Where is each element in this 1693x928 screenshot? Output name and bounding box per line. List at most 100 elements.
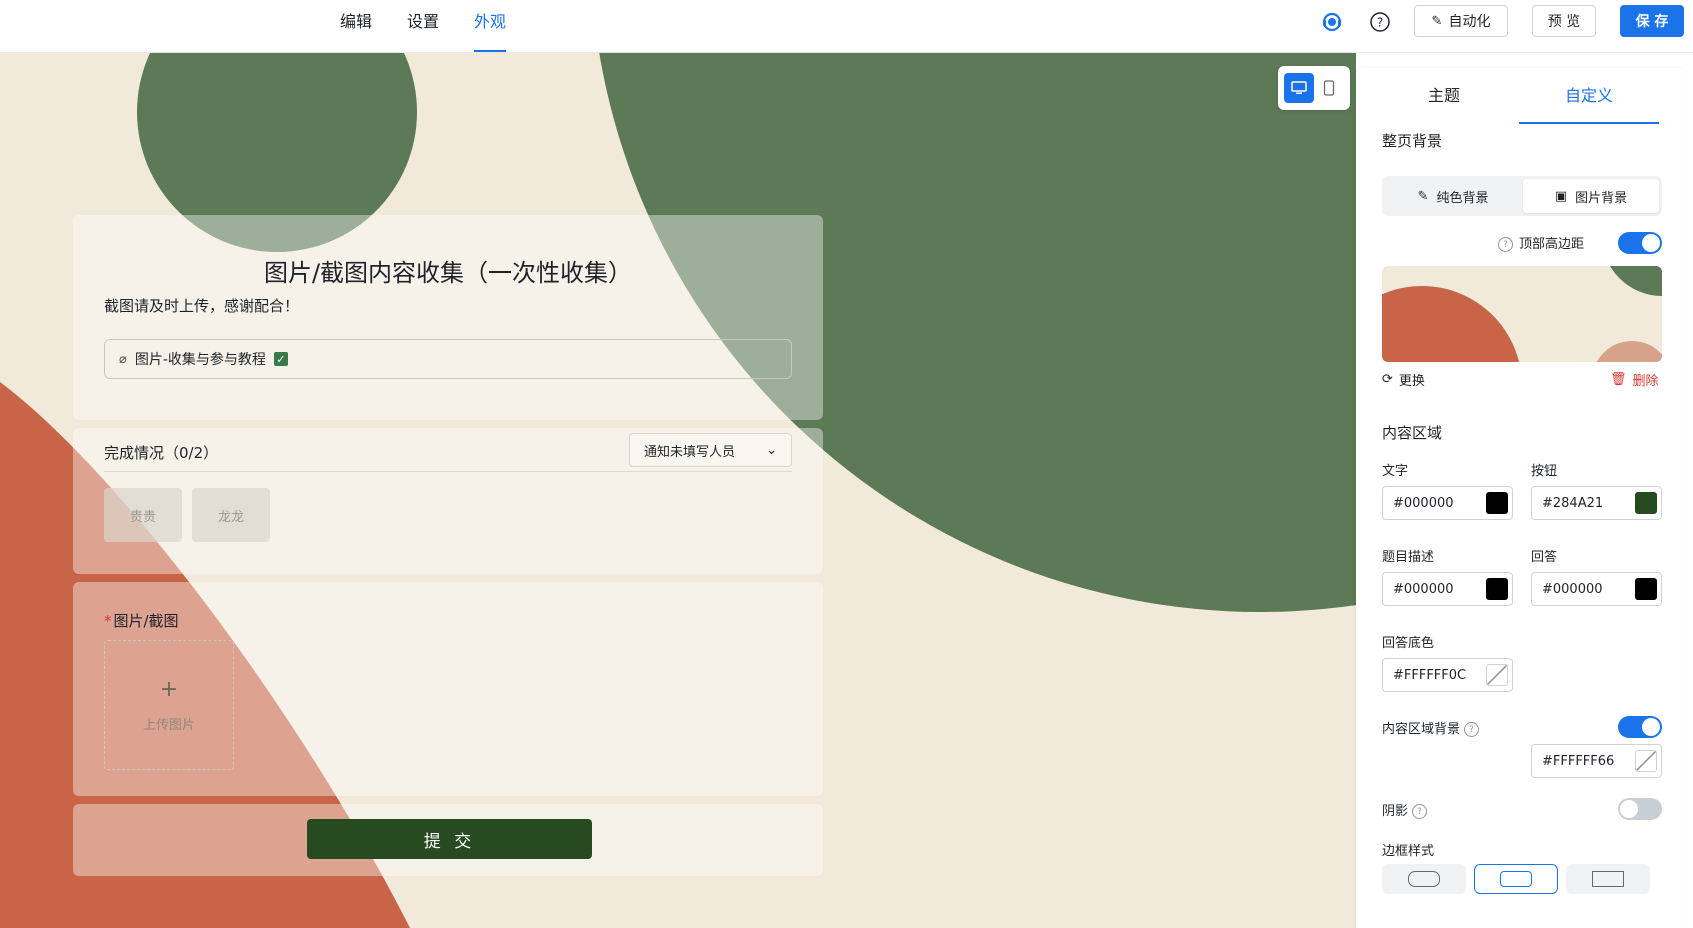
phone-icon <box>1323 80 1335 96</box>
refresh-icon: ⟳ <box>1382 372 1393 387</box>
tab-theme[interactable]: 主题 <box>1374 68 1514 124</box>
help-icon[interactable]: ? <box>1412 804 1428 819</box>
completion-status-card: 完成情况（0/2） 通知未填写人员 ⌄ 贵贵 龙龙 <box>73 428 823 574</box>
top-margin-label: ? 顶部高边距 <box>1498 233 1584 252</box>
brush-icon: ✎ <box>1417 188 1429 204</box>
page-bg-title: 整页背景 <box>1382 132 1443 150</box>
solid-bg-button[interactable]: ✎ 纯色背景 <box>1385 179 1521 213</box>
color-swatch[interactable] <box>1635 492 1657 514</box>
help-icon[interactable]: ? <box>1366 8 1394 36</box>
mobile-view-button[interactable] <box>1314 73 1344 103</box>
person-chip[interactable]: 贵贵 <box>104 488 182 542</box>
divider <box>104 471 792 472</box>
image-question-card: * 图片/截图 + 上传图片 <box>73 582 823 796</box>
color-swatch[interactable] <box>1635 578 1657 600</box>
replace-image-button[interactable]: ⟳ 更换 <box>1382 370 1425 389</box>
color-swatch[interactable] <box>1486 578 1508 600</box>
image-bg-button[interactable]: ▣ 图片背景 <box>1523 179 1659 213</box>
answer-bg-label: 回答底色 <box>1382 636 1435 651</box>
small-rounded-rect-icon <box>1500 871 1532 887</box>
preview-canvas: 图片/截图内容收集（一次性收集） 截图请及时上传，感谢配合！ ⌀ 图片-收集与参… <box>0 52 1356 928</box>
paperclip-icon: ⌀ <box>119 351 127 367</box>
solid-bg-label: 纯色背景 <box>1436 190 1489 206</box>
desc-color-input[interactable]: #000000 <box>1382 572 1513 606</box>
color-swatch[interactable] <box>1486 664 1508 686</box>
color-swatch[interactable] <box>1486 492 1508 514</box>
question-title-text: 图片/截图 <box>113 612 179 630</box>
submit-card: 提 交 <box>73 804 823 876</box>
replace-label: 更换 <box>1398 374 1425 389</box>
automation-label: 自动化 <box>1448 14 1491 30</box>
device-toggle <box>1278 66 1350 110</box>
shadow-toggle[interactable] <box>1618 798 1662 820</box>
customize-panel: 主题 自定义 整页背景 ✎ 纯色背景 ▣ 图片背景 ? 顶部高边距 ⟳ 更换 🗑 … <box>1356 68 1686 928</box>
shadow-text: 阴影 <box>1382 804 1409 819</box>
content-bg-value: #FFFFFF66 <box>1542 753 1615 769</box>
submit-button[interactable]: 提 交 <box>307 819 592 859</box>
tab-edit[interactable]: 编辑 <box>340 0 372 52</box>
tab-appearance[interactable]: 外观 <box>474 0 507 52</box>
plus-icon: + <box>159 677 179 702</box>
monitor-icon <box>1291 81 1307 94</box>
form-description: 截图请及时上传，感谢配合！ <box>104 297 300 315</box>
upload-label: 上传图片 <box>142 718 195 733</box>
button-color-value: #284A21 <box>1542 495 1604 511</box>
chevron-down-icon: ⌄ <box>766 442 777 458</box>
form-title: 图片/截图内容收集（一次性收集） <box>263 259 633 287</box>
top-bar: 编辑 设置 外观 ? ✎ 自动化 预 览 保 存 <box>0 0 1693 53</box>
content-bg-label: 内容区域背景? <box>1382 718 1480 737</box>
automation-button[interactable]: ✎ 自动化 <box>1414 5 1508 37</box>
save-button[interactable]: 保 存 <box>1620 5 1684 37</box>
desc-color-label: 题目描述 <box>1382 550 1435 565</box>
desktop-view-button[interactable] <box>1284 73 1314 103</box>
border-style-label: 边框样式 <box>1382 844 1435 859</box>
magic-wand-icon: ✎ <box>1431 13 1443 29</box>
text-color-value: #000000 <box>1393 495 1454 511</box>
answer-bg-input[interactable]: #FFFFFF0C <box>1382 658 1513 692</box>
rounded-rect-icon <box>1408 871 1440 887</box>
tab-settings[interactable]: 设置 <box>407 0 439 52</box>
text-color-input[interactable]: #000000 <box>1382 486 1513 520</box>
answer-bg-value: #FFFFFF0C <box>1393 667 1467 683</box>
required-mark: * <box>104 612 112 630</box>
form-header-card: 图片/截图内容收集（一次性收集） 截图请及时上传，感谢配合！ ⌀ 图片-收集与参… <box>73 215 823 420</box>
button-color-input[interactable]: #284A21 <box>1531 486 1662 520</box>
attachment-link[interactable]: ⌀ 图片-收集与参与教程 ✓ <box>104 339 792 379</box>
content-bg-toggle[interactable] <box>1618 716 1662 738</box>
answer-color-label: 回答 <box>1531 550 1558 565</box>
attachment-name: 图片-收集与参与教程 <box>134 352 266 368</box>
border-style-square[interactable] <box>1566 864 1650 894</box>
border-style-rounded-small[interactable] <box>1474 864 1558 894</box>
completion-status-title: 完成情况（0/2） <box>104 444 219 462</box>
desc-color-value: #000000 <box>1393 581 1454 597</box>
checkbox-icon: ✓ <box>273 352 288 366</box>
trash-icon: 🗑 <box>1610 372 1627 387</box>
svg-text:?: ? <box>1377 16 1383 30</box>
content-bg-text: 内容区域背景 <box>1382 722 1461 737</box>
answer-color-value: #000000 <box>1542 581 1603 597</box>
delete-image-button[interactable]: 🗑 删除 <box>1610 370 1659 389</box>
color-swatch[interactable] <box>1635 750 1657 772</box>
notify-label: 通知未填写人员 <box>644 444 736 460</box>
notify-unfilled-dropdown[interactable]: 通知未填写人员 ⌄ <box>629 433 792 467</box>
question-title: * 图片/截图 <box>104 610 179 631</box>
image-icon: ▣ <box>1554 188 1568 204</box>
text-color-label: 文字 <box>1382 464 1409 479</box>
square-rect-icon <box>1592 871 1624 887</box>
delete-label: 删除 <box>1632 374 1659 389</box>
button-color-label: 按钮 <box>1531 464 1558 479</box>
tab-custom[interactable]: 自定义 <box>1519 68 1659 124</box>
border-style-rounded[interactable] <box>1382 864 1466 894</box>
help-icon[interactable]: ? <box>1464 722 1480 737</box>
bg-image-thumbnail <box>1382 266 1662 362</box>
support-icon[interactable] <box>1318 8 1346 36</box>
answer-color-input[interactable]: #000000 <box>1531 572 1662 606</box>
help-icon[interactable]: ? <box>1498 237 1513 252</box>
content-bg-input[interactable]: #FFFFFF66 <box>1531 744 1662 778</box>
image-bg-label: 图片背景 <box>1575 190 1628 206</box>
person-chip[interactable]: 龙龙 <box>192 488 270 542</box>
content-area-title: 内容区域 <box>1382 424 1443 442</box>
upload-image-button[interactable]: + 上传图片 <box>104 640 234 770</box>
top-margin-toggle[interactable] <box>1618 232 1662 254</box>
preview-button[interactable]: 预 览 <box>1532 5 1596 37</box>
